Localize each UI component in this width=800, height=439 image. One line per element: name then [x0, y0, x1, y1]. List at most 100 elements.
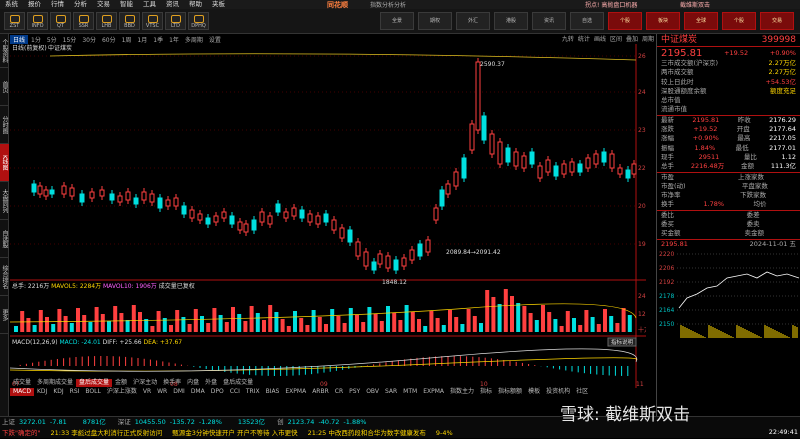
- toolbar-nav-4[interactable]: 资讯: [532, 12, 566, 30]
- tab-period-4[interactable]: 30分: [79, 35, 99, 44]
- indicator-tab-3[interactable]: RSI: [67, 388, 83, 396]
- index-strip-item-4[interactable]: 创 2123.74 -40.72 -1.88%: [277, 418, 370, 427]
- indicator-tab-17[interactable]: PSY: [346, 388, 363, 396]
- sidebar-item-3[interactable]: K线图: [0, 144, 9, 182]
- indicator-extra-3[interactable]: 社区: [573, 388, 591, 396]
- toolbar-button-qt[interactable]: QT: [50, 12, 71, 30]
- indicator-tab-19[interactable]: SAR: [382, 388, 400, 396]
- volume-tab-0[interactable]: 成交量: [10, 379, 34, 387]
- indicator-tab-14[interactable]: EXPMA: [282, 388, 309, 396]
- indicator-tab-7[interactable]: WR: [154, 388, 170, 396]
- indicator-extra-1[interactable]: 模板: [525, 388, 543, 396]
- news-item-4[interactable]: 9-4%: [436, 429, 453, 438]
- toolbar-button-vtsc[interactable]: VTSC: [142, 12, 163, 30]
- indicator-tab-15[interactable]: ARBR: [309, 388, 332, 396]
- tab-period-1[interactable]: 1分: [28, 35, 44, 44]
- toolbar-nav-6[interactable]: 个股: [608, 12, 642, 30]
- indicator-tab-20[interactable]: MTM: [400, 388, 420, 396]
- indicator-tab-18[interactable]: OBV: [363, 388, 382, 396]
- volume-tab-2[interactable]: 盘后成交量: [76, 379, 113, 387]
- menu-item-1[interactable]: 报价: [23, 0, 46, 9]
- chart-tool-1[interactable]: 统计: [576, 34, 592, 43]
- index-strip-item-3[interactable]: 13523亿: [234, 418, 269, 427]
- toolbar-button-ssr[interactable]: SSR: [73, 12, 94, 30]
- indicator-tab-11[interactable]: CCI: [227, 388, 243, 396]
- indicator-tab-1[interactable]: KDJ: [34, 388, 50, 396]
- toolbar-button-dphq[interactable]: DPHQ: [188, 12, 209, 30]
- indicator-extra-0[interactable]: 指标额额: [495, 388, 525, 396]
- chart-svg[interactable]: 日线(前复权)中证煤炭 2632 2496 2357 2221 2083 1945 2590.…: [9, 44, 653, 388]
- sidebar-item-6[interactable]: 综合排名: [0, 258, 9, 296]
- indicator-tab-2[interactable]: KDJ: [50, 388, 66, 396]
- indicator-tab-9[interactable]: DMA: [188, 388, 208, 396]
- toolbar-button-info[interactable]: INFO: [27, 12, 48, 30]
- tab-period-9[interactable]: 1年: [166, 35, 182, 44]
- sidebar-item-2[interactable]: 分时图: [0, 106, 9, 144]
- menu-item-4[interactable]: 交易: [92, 0, 115, 9]
- sidebar-item-4[interactable]: 大盘同列: [0, 182, 9, 220]
- toolbar-nav-0[interactable]: 全景: [380, 12, 414, 30]
- indicator-tab-0[interactable]: MACD: [10, 388, 34, 396]
- toolbar-nav-9[interactable]: 个股: [722, 12, 756, 30]
- menu-item-3[interactable]: 分析: [69, 0, 92, 9]
- menu-item-6[interactable]: 工具: [138, 0, 161, 9]
- chart-tool-0[interactable]: 九转: [560, 34, 576, 43]
- sidebar-item-7[interactable]: 更多: [0, 296, 9, 334]
- volume-tab-4[interactable]: 沪深主动: [130, 379, 160, 387]
- volume-tab-3[interactable]: 金额: [112, 379, 130, 387]
- chart-tool-2[interactable]: 画线: [592, 34, 608, 43]
- tab-period-7[interactable]: 1月: [134, 35, 150, 44]
- menu-item-5[interactable]: 智能: [115, 0, 138, 9]
- indicator-tab-10[interactable]: DPO: [208, 388, 227, 396]
- index-strip-item-0[interactable]: 上证 3272.01 -7.81: [2, 418, 71, 427]
- indicator-tab-21[interactable]: EXPMA: [420, 388, 447, 396]
- tab-period-5[interactable]: 60分: [99, 35, 119, 44]
- toolbar-nav-5[interactable]: 自选: [570, 12, 604, 30]
- sidebar-item-0[interactable]: 个股资料: [0, 34, 9, 68]
- toolbar-button-zst[interactable]: ZST: [4, 12, 25, 30]
- sidebar-item-1[interactable]: 首页: [0, 68, 9, 106]
- tab-period-10[interactable]: 多周期: [182, 35, 206, 44]
- volume-tab-8[interactable]: 盘后成交量: [220, 379, 256, 387]
- toolbar-nav-1[interactable]: 期权: [418, 12, 452, 30]
- tab-period-6[interactable]: 1周: [119, 35, 135, 44]
- toolbar-button-bbd[interactable]: BBD: [119, 12, 140, 30]
- menu-item-2[interactable]: 行情: [46, 0, 69, 9]
- menu-item-9[interactable]: 夹板: [207, 0, 230, 9]
- toolbar-nav-3[interactable]: 港股: [494, 12, 528, 30]
- chart-tool-3[interactable]: 区间: [608, 34, 624, 43]
- indicator-tab-23[interactable]: 指标: [477, 388, 495, 396]
- ad-link[interactable]: 拐点! 高抛盘口机器: [585, 0, 637, 9]
- menu-item-7[interactable]: 资讯: [161, 0, 184, 9]
- indicator-tab-4[interactable]: BOLL: [82, 388, 103, 396]
- toolbar-button-ltd[interactable]: LTD: [165, 12, 186, 30]
- index-strip-item-1[interactable]: 8781亿: [79, 418, 110, 427]
- volume-tab-7[interactable]: 外盘: [202, 379, 220, 387]
- indicator-tab-16[interactable]: CR: [332, 388, 346, 396]
- toolbar-nav-8[interactable]: 全球: [684, 12, 718, 30]
- indicator-tab-8[interactable]: DMI: [170, 388, 188, 396]
- tab-period-11[interactable]: 设置: [206, 35, 224, 44]
- news-item-2[interactable]: 甄源金3分钟快速开户 开户不等待 入市更快: [172, 429, 297, 438]
- toolbar-nav-10[interactable]: 交易: [760, 12, 794, 30]
- toolbar-nav-2[interactable]: 外汇: [456, 12, 490, 30]
- toolbar-nav-7[interactable]: 板块: [646, 12, 680, 30]
- news-item-1[interactable]: 21:33 李彪过盘大利消行正式反射访问: [50, 429, 162, 438]
- indicator-tab-5[interactable]: 沪深上涨数: [104, 388, 140, 396]
- menu-item-0[interactable]: 系统: [0, 0, 23, 9]
- tab-period-3[interactable]: 15分: [60, 35, 80, 44]
- indicator-extra-2[interactable]: 投资机构: [543, 388, 573, 396]
- volume-tab-6[interactable]: 内盘: [184, 379, 202, 387]
- volume-tab-1[interactable]: 多周期成交量: [34, 379, 76, 387]
- search-hint[interactable]: 截维斯双击: [680, 0, 710, 9]
- tab-period-8[interactable]: 1季: [150, 35, 166, 44]
- index-strip-item-2[interactable]: 深证 10455.50 -135.72 -1.28%: [118, 418, 226, 427]
- menu-item-8[interactable]: 帮助: [184, 0, 207, 9]
- kline-chart[interactable]: 日线(前复权)中证煤炭 2632 2496 2357 2221 2083 1945 2590.…: [9, 44, 653, 412]
- tab-period-0[interactable]: 日线: [10, 34, 29, 44]
- news-item-3[interactable]: 21:25 中改西药段和合华为数字健康发布: [308, 429, 426, 438]
- volume-tab-5[interactable]: 换手率: [160, 379, 184, 387]
- chart-tool-5[interactable]: 周期: [640, 34, 656, 43]
- toolbar-button-lhb[interactable]: LHB: [96, 12, 117, 30]
- chart-tool-4[interactable]: 叠加: [624, 34, 640, 43]
